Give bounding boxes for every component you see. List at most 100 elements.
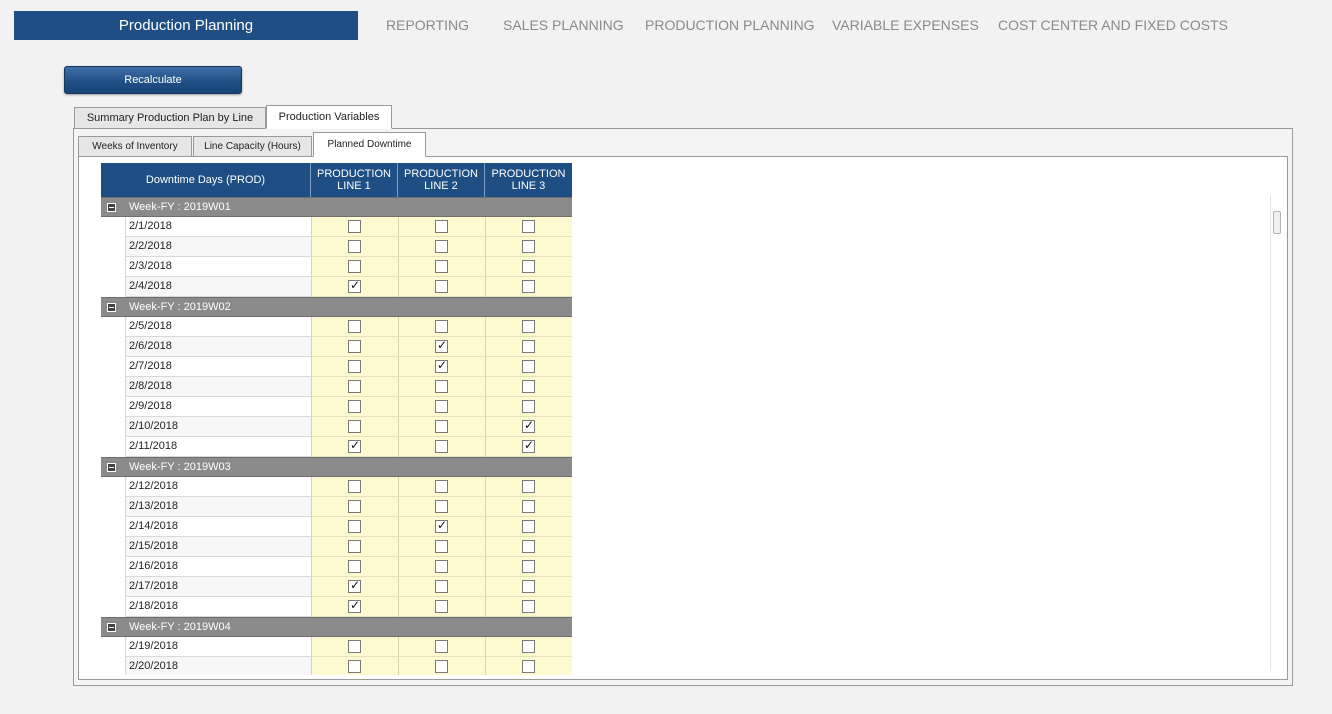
downtime-checkbox[interactable]	[348, 399, 361, 413]
collapse-icon[interactable]	[107, 203, 116, 212]
downtime-checkbox[interactable]	[348, 578, 361, 593]
downtime-checkbox[interactable]	[522, 319, 535, 333]
downtime-checkbox[interactable]	[435, 419, 448, 433]
downtime-checkbox[interactable]	[522, 239, 535, 253]
table-row: 2/15/2018	[101, 537, 572, 557]
nav-reporting[interactable]: REPORTING	[386, 11, 469, 40]
downtime-checkbox[interactable]	[348, 359, 361, 373]
downtime-cell-line-3	[485, 557, 572, 577]
downtime-checkbox[interactable]	[435, 259, 448, 273]
downtime-checkbox[interactable]	[435, 539, 448, 553]
downtime-checkbox[interactable]	[435, 599, 448, 613]
tab-line-capacity-hours[interactable]: Line Capacity (Hours)	[193, 136, 312, 156]
downtime-checkbox[interactable]	[348, 419, 361, 433]
nav-sales-planning[interactable]: SALES PLANNING	[503, 11, 624, 40]
downtime-checkbox[interactable]	[522, 659, 535, 673]
downtime-cell-line-2	[398, 597, 485, 617]
column-header-downtime-days[interactable]: Downtime Days (PROD)	[101, 163, 311, 197]
nav-production-planning[interactable]: PRODUCTION PLANNING	[645, 11, 815, 40]
downtime-checkbox[interactable]	[435, 319, 448, 333]
downtime-checkbox[interactable]	[522, 359, 535, 373]
downtime-cell-line-1	[311, 357, 398, 377]
downtime-checkbox[interactable]	[435, 659, 448, 673]
downtime-cell-line-2	[398, 497, 485, 517]
downtime-checkbox[interactable]	[522, 519, 535, 533]
group-row[interactable]: Week-FY : 2019W02	[101, 297, 572, 317]
downtime-checkbox[interactable]	[522, 599, 535, 613]
date-cell: 2/20/2018	[125, 657, 311, 675]
downtime-checkbox[interactable]	[435, 499, 448, 513]
downtime-checkbox[interactable]	[348, 438, 361, 453]
downtime-checkbox[interactable]	[348, 519, 361, 533]
table-row: 2/20/2018	[101, 657, 572, 675]
date-cell: 2/19/2018	[125, 637, 311, 657]
downtime-checkbox[interactable]	[522, 479, 535, 493]
downtime-checkbox[interactable]	[435, 379, 448, 393]
column-header-line-1[interactable]: PRODUCTION LINE 1	[311, 163, 398, 197]
tab-production-variables[interactable]: Production Variables	[266, 105, 392, 129]
downtime-checkbox[interactable]	[348, 239, 361, 253]
downtime-checkbox[interactable]	[435, 219, 448, 233]
downtime-checkbox[interactable]	[435, 439, 448, 453]
downtime-checkbox[interactable]	[522, 579, 535, 593]
downtime-checkbox[interactable]	[435, 518, 448, 533]
collapse-icon[interactable]	[107, 463, 116, 472]
downtime-checkbox[interactable]	[435, 579, 448, 593]
date-cell: 2/12/2018	[125, 477, 311, 497]
downtime-checkbox[interactable]	[348, 539, 361, 553]
collapse-icon[interactable]	[107, 623, 116, 632]
downtime-checkbox[interactable]	[522, 559, 535, 573]
downtime-checkbox[interactable]	[522, 438, 535, 453]
downtime-checkbox[interactable]	[348, 499, 361, 513]
downtime-checkbox[interactable]	[348, 598, 361, 613]
downtime-checkbox[interactable]	[348, 379, 361, 393]
downtime-checkbox[interactable]	[348, 278, 361, 293]
nav-variable-expenses[interactable]: VARIABLE EXPENSES	[832, 11, 979, 40]
group-row[interactable]: Week-FY : 2019W01	[101, 197, 572, 217]
downtime-checkbox[interactable]	[348, 319, 361, 333]
downtime-checkbox[interactable]	[435, 399, 448, 413]
table-row: 2/17/2018	[101, 577, 572, 597]
downtime-checkbox[interactable]	[435, 559, 448, 573]
downtime-checkbox[interactable]	[348, 339, 361, 353]
collapse-icon[interactable]	[107, 303, 116, 312]
column-header-line-2[interactable]: PRODUCTION LINE 2	[398, 163, 485, 197]
table-row: 2/9/2018	[101, 397, 572, 417]
downtime-checkbox[interactable]	[522, 379, 535, 393]
downtime-cell-line-2	[398, 557, 485, 577]
downtime-checkbox[interactable]	[435, 279, 448, 293]
downtime-checkbox[interactable]	[522, 399, 535, 413]
downtime-checkbox[interactable]	[435, 479, 448, 493]
downtime-checkbox[interactable]	[348, 479, 361, 493]
table-row: 2/10/2018	[101, 417, 572, 437]
downtime-checkbox[interactable]	[348, 219, 361, 233]
downtime-checkbox[interactable]	[522, 418, 535, 433]
downtime-checkbox[interactable]	[522, 219, 535, 233]
downtime-checkbox[interactable]	[348, 639, 361, 653]
downtime-checkbox[interactable]	[348, 259, 361, 273]
tab-planned-downtime[interactable]: Planned Downtime	[313, 132, 426, 157]
downtime-checkbox[interactable]	[348, 559, 361, 573]
downtime-checkbox[interactable]	[522, 339, 535, 353]
downtime-checkbox[interactable]	[435, 639, 448, 653]
table-row: 2/5/2018	[101, 317, 572, 337]
downtime-checkbox[interactable]	[522, 499, 535, 513]
downtime-checkbox[interactable]	[522, 639, 535, 653]
downtime-checkbox[interactable]	[435, 338, 448, 353]
nav-cost-center-fixed-costs[interactable]: COST CENTER AND FIXED COSTS	[998, 11, 1228, 40]
downtime-checkbox[interactable]	[522, 279, 535, 293]
column-header-line-3[interactable]: PRODUCTION LINE 3	[485, 163, 572, 197]
scrollbar-thumb[interactable]	[1273, 211, 1281, 234]
downtime-checkbox[interactable]	[348, 659, 361, 673]
downtime-checkbox[interactable]	[522, 259, 535, 273]
tab-summary-production-plan[interactable]: Summary Production Plan by Line	[74, 107, 266, 128]
downtime-cell-line-2	[398, 437, 485, 457]
group-row[interactable]: Week-FY : 2019W03	[101, 457, 572, 477]
group-row[interactable]: Week-FY : 2019W04	[101, 617, 572, 637]
tab-weeks-of-inventory[interactable]: Weeks of Inventory	[78, 136, 192, 156]
vertical-scrollbar[interactable]	[1270, 195, 1283, 671]
downtime-checkbox[interactable]	[435, 239, 448, 253]
downtime-checkbox[interactable]	[522, 539, 535, 553]
recalculate-button[interactable]: Recalculate	[64, 66, 242, 94]
downtime-checkbox[interactable]	[435, 358, 448, 373]
